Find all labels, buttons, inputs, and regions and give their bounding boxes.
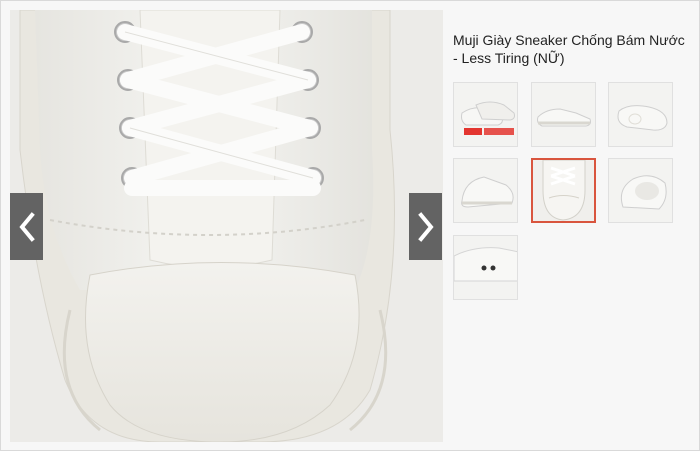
thumbnail-5[interactable] xyxy=(531,158,596,223)
prev-image-button[interactable] xyxy=(10,193,43,260)
thumbnail-1[interactable] xyxy=(453,82,518,147)
shoe-sole-thumbnail xyxy=(609,83,672,146)
sneaker-toe-closeup-photo xyxy=(10,10,443,442)
thumbnail-4[interactable] xyxy=(453,158,518,223)
next-image-button[interactable] xyxy=(409,193,442,260)
shoe-pair-thumbnail xyxy=(454,83,517,146)
chevron-right-icon xyxy=(417,211,434,242)
shoe-side-thumbnail xyxy=(532,83,595,146)
shoe-heel-thumbnail xyxy=(609,159,672,222)
chevron-left-icon xyxy=(18,211,35,242)
shoe-toe-thumbnail xyxy=(533,160,594,221)
thumbnail-2[interactable] xyxy=(531,82,596,147)
thumbnail-7[interactable] xyxy=(453,235,518,300)
thumbnail-3[interactable] xyxy=(608,82,673,147)
main-product-image xyxy=(10,10,443,442)
thumbnail-6[interactable] xyxy=(608,158,673,223)
shoe-angle-thumbnail xyxy=(454,159,517,222)
shoe-eyelets-thumbnail xyxy=(454,236,517,299)
product-title: Muji Giày Sneaker Chống Bám Nước - Less … xyxy=(453,32,685,66)
